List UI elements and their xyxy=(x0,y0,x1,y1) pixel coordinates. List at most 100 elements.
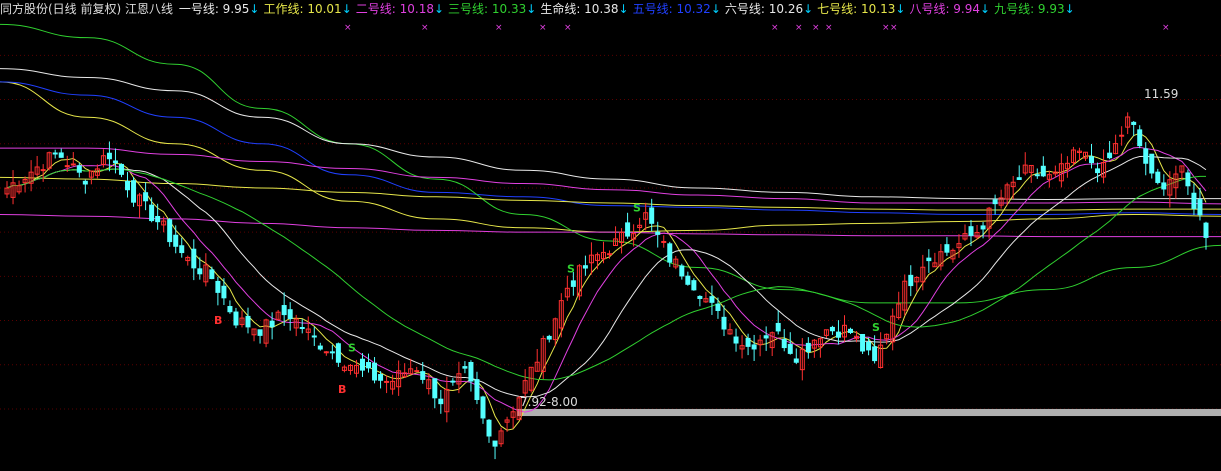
candle-body xyxy=(281,305,287,316)
candle-body xyxy=(992,199,998,205)
down-arrow-icon: ↓ xyxy=(1064,2,1075,16)
cross-marker: × xyxy=(812,23,820,33)
candle-body xyxy=(372,362,378,381)
candle-body xyxy=(106,152,112,160)
candle-body xyxy=(191,248,197,269)
down-arrow-icon: ↓ xyxy=(895,2,906,16)
legend-line-3: 二号线: 10.18 xyxy=(355,2,434,16)
sell-marker: S xyxy=(872,321,880,334)
candle-body xyxy=(311,335,317,338)
sell-marker: S xyxy=(633,201,641,214)
candle-body xyxy=(420,371,426,380)
candle-body xyxy=(661,240,667,243)
legend-line-6: 五号线: 10.32 xyxy=(632,2,711,16)
candle-body xyxy=(378,374,384,381)
candle-body xyxy=(64,165,70,168)
candle-body xyxy=(763,335,769,339)
candle-body xyxy=(438,398,444,405)
candle-body xyxy=(1155,171,1161,183)
candle-body xyxy=(751,344,757,350)
candle-body xyxy=(570,280,576,287)
candle-body xyxy=(667,243,673,263)
candle-body xyxy=(155,215,161,223)
candle-body xyxy=(691,280,697,291)
down-arrow-icon: ↓ xyxy=(341,2,352,16)
candle-body xyxy=(269,320,275,328)
candle-body xyxy=(82,180,88,185)
legend-line-7: 六号线: 10.26 xyxy=(724,2,804,16)
candle-body xyxy=(733,336,739,344)
candle-body xyxy=(257,329,263,336)
cross-markers: × × × × × × × × × × × × xyxy=(344,23,1170,33)
candle-body xyxy=(227,306,233,313)
candle-body xyxy=(58,152,64,158)
down-arrow-icon: ↓ xyxy=(526,2,537,16)
candle-body xyxy=(1089,156,1095,164)
candle-body xyxy=(1149,153,1155,174)
purple-flat-line xyxy=(0,213,1221,238)
candle-body xyxy=(775,322,781,332)
candle-body xyxy=(908,274,914,287)
buy-marker: B xyxy=(338,383,346,396)
candle-body xyxy=(860,333,866,352)
candle-body xyxy=(486,419,492,437)
sell-marker: S xyxy=(348,341,356,354)
candle-body xyxy=(125,180,131,191)
candle-body xyxy=(709,296,715,303)
candle-body xyxy=(721,316,727,330)
candle-body xyxy=(131,180,137,203)
candle-body xyxy=(40,169,46,172)
cross-marker: × xyxy=(344,23,352,33)
down-arrow-icon: ↓ xyxy=(710,2,721,16)
support-label: 7.92-8.00 xyxy=(520,395,578,409)
candle-body xyxy=(546,335,552,340)
candle-body xyxy=(1119,134,1125,137)
candle-body xyxy=(866,341,872,351)
cross-marker: × xyxy=(882,23,890,33)
candle-body xyxy=(474,379,480,401)
signal-markers: B B S S S S xyxy=(214,201,880,396)
candle-body xyxy=(1203,222,1209,238)
candle-body xyxy=(52,152,58,155)
ma-magenta-line xyxy=(6,146,1207,413)
down-arrow-icon: ↓ xyxy=(249,2,260,16)
candle-body xyxy=(492,440,498,447)
candle-body xyxy=(143,192,149,202)
candle-body xyxy=(287,309,293,320)
candle-body xyxy=(649,207,655,224)
candle-body xyxy=(1107,152,1113,159)
candle-body xyxy=(1016,177,1022,180)
down-arrow-icon: ↓ xyxy=(433,2,445,16)
candle-body xyxy=(480,396,486,419)
cross-marker: × xyxy=(564,23,572,33)
legend-line-8: 七号线: 10.13 xyxy=(817,2,896,16)
high-label: 11.59 xyxy=(1144,87,1178,101)
candle-body xyxy=(980,225,986,230)
sell-marker: S xyxy=(567,262,575,275)
candle-body xyxy=(715,303,721,311)
chart-title: 同方股份(日线 前复权) 江恩八线 xyxy=(0,2,173,16)
candle-body xyxy=(323,351,329,354)
gann-lines xyxy=(0,23,1221,431)
ma-yellow-line xyxy=(6,132,1207,431)
candle-body xyxy=(468,361,474,382)
candle-body xyxy=(582,265,588,269)
legend-line-10: 九号线: 9.93 xyxy=(994,2,1065,16)
candle-body xyxy=(299,327,305,330)
candle-body xyxy=(366,362,372,369)
buy-marker: B xyxy=(214,314,222,327)
cross-marker: × xyxy=(1162,23,1170,33)
indicator-legend: 同方股份(日线 前复权) 江恩八线 一号线: 9.95↓ 工作线: 10.01↓ 二… xyxy=(0,0,1079,18)
candle-body xyxy=(679,265,685,277)
candle-body xyxy=(462,366,468,369)
green-long-line xyxy=(0,23,1221,304)
candle-body xyxy=(1143,148,1149,164)
candle-body xyxy=(1191,192,1197,209)
candle-body xyxy=(607,253,613,256)
kline-chart[interactable]: BBSSSS × × × × × × × × × × × × 11.59 7.92-8.00 xyxy=(0,0,1221,471)
candle-body xyxy=(872,346,878,362)
candle-body xyxy=(215,280,221,293)
candle-body xyxy=(450,380,456,383)
candle-body xyxy=(359,358,365,371)
candles xyxy=(4,112,1209,460)
